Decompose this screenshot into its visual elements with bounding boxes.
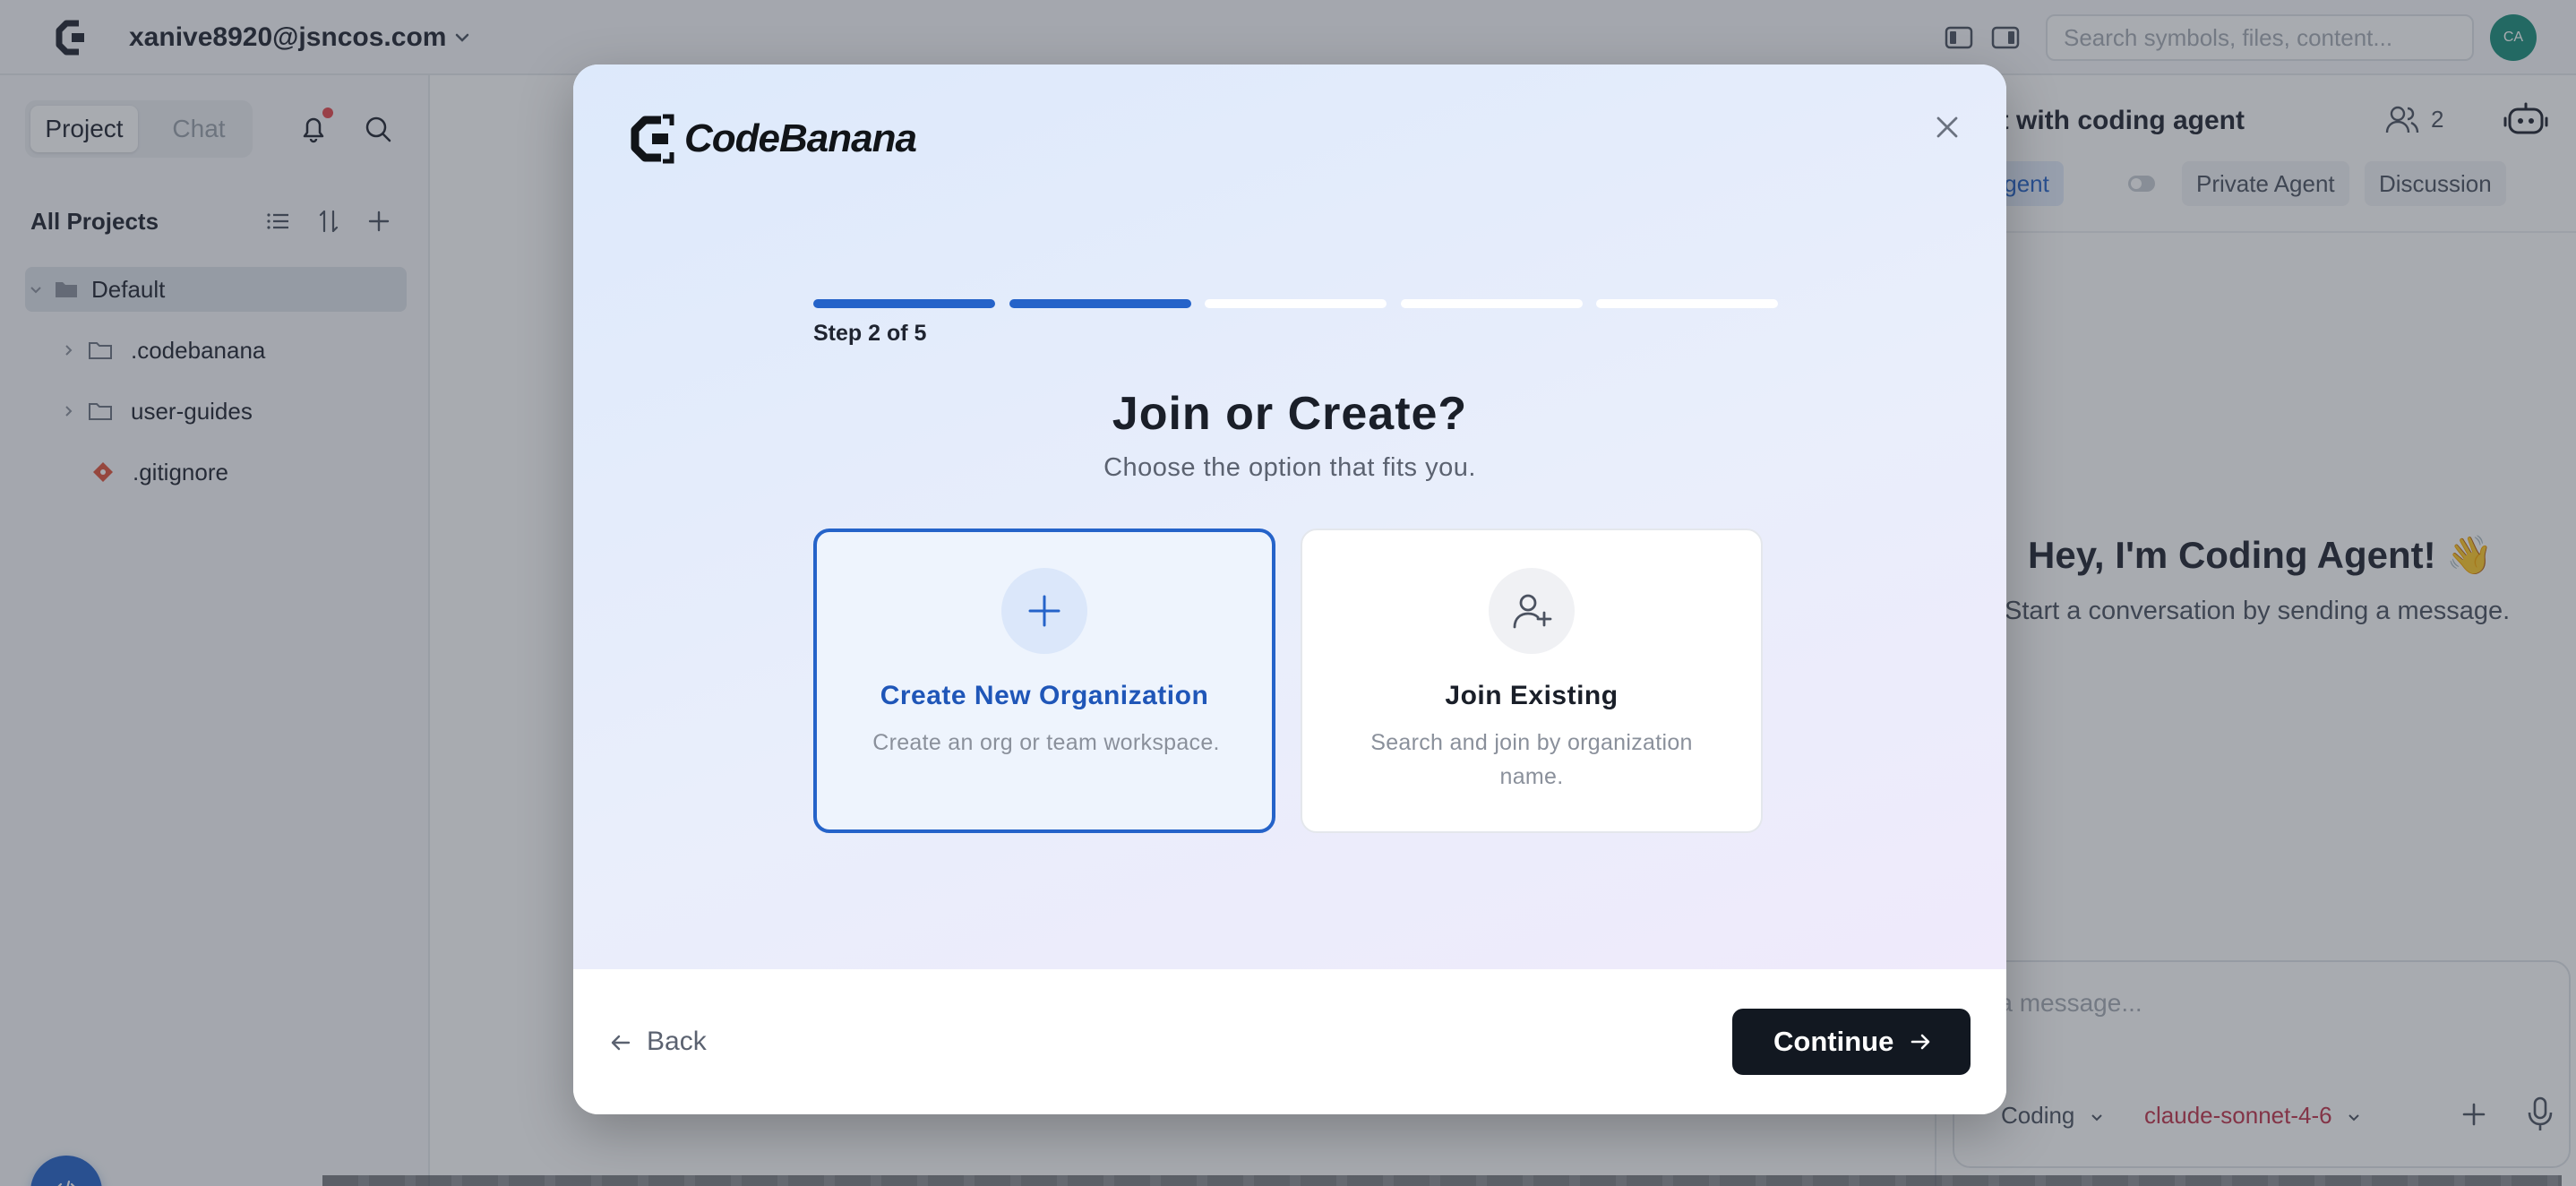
option-join-existing[interactable]: Join Existing Search and join by organiz… [1301,529,1763,833]
progress-segment-2 [1009,299,1191,308]
plus-icon [1028,595,1060,627]
progress-segment-4 [1400,299,1583,308]
modal-subtitle: Choose the option that fits you. [1103,453,1476,482]
modal-body: CodeBanana Step 2 of 5 Join or Create? C… [573,64,2006,969]
step-progress [813,299,1778,310]
taskbar-strip [322,1175,2562,1186]
progress-segment-3 [1205,299,1387,308]
option-icon-circle [1489,568,1575,654]
modal-title: Join or Create? [1112,388,1468,440]
user-plus-icon [1513,594,1552,629]
continue-button-label: Continue [1773,1026,1894,1057]
step-label: Step 2 of 5 [813,321,927,346]
option-icon-circle [1001,568,1087,654]
progress-segment-1 [813,299,995,308]
option-description: Create an org or team workspace. [872,730,1220,755]
option-description: Search and join by organization name. [1370,730,1693,789]
onboarding-modal: CodeBanana Step 2 of 5 Join or Create? C… [573,64,2006,1114]
codebanana-logo-icon [631,114,674,164]
option-create-organization[interactable]: Create New Organization Create an org or… [813,529,1275,833]
option-title: Join Existing [1445,681,1619,710]
back-button[interactable]: Back [609,1014,707,1070]
brand-name: CodeBanana [684,116,917,160]
progress-segment-5 [1596,299,1778,308]
arrow-left-icon [611,1035,631,1051]
back-button-label: Back [647,1027,707,1056]
close-icon[interactable] [1929,109,1965,145]
continue-button[interactable]: Continue [1732,1009,1971,1075]
arrow-right-icon [1911,1034,1930,1050]
modal-footer: Back Continue [573,969,2006,1114]
option-title: Create New Organization [880,681,1209,710]
